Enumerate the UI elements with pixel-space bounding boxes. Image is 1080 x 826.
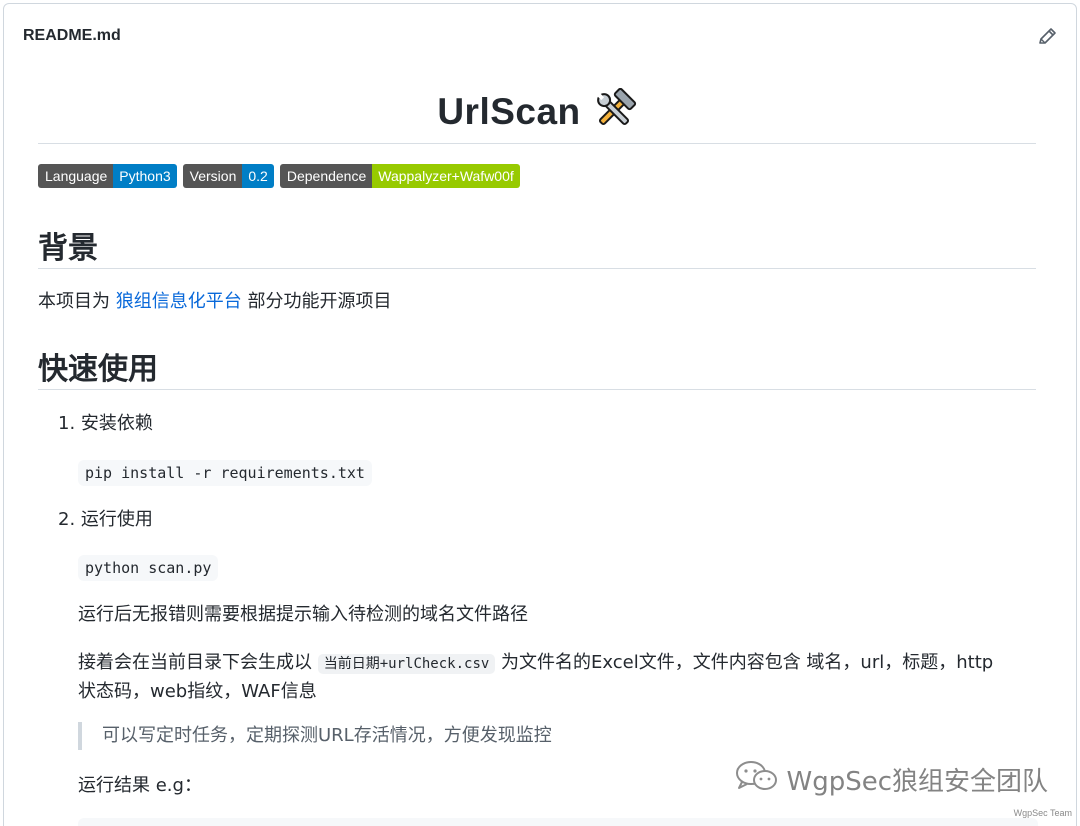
hammer-wrench-icon bbox=[591, 87, 637, 141]
wechat-icon bbox=[734, 758, 780, 801]
tip-blockquote: 可以写定时任务，定期探测URL存活情况，方便发现监控 bbox=[78, 722, 552, 750]
output-filename-code: 当前日期+urlCheck.csv bbox=[317, 654, 496, 674]
watermark-text: WgpSec狼组安全团队 bbox=[786, 767, 1048, 797]
page-title-text: UrlScan bbox=[437, 91, 581, 132]
readme-file-name: README.md bbox=[23, 27, 121, 44]
badge-dependence[interactable]: Dependence Wappalyzer+Wafw00f bbox=[279, 164, 520, 188]
result-label: 运行结果 e.g： bbox=[78, 775, 202, 796]
pencil-icon bbox=[1039, 28, 1056, 44]
background-text-prefix: 本项目为 bbox=[38, 291, 116, 312]
step2-label: 2. 运行使用 bbox=[58, 509, 153, 530]
output-line2: 状态码，web指纹，WAF信息 bbox=[78, 681, 317, 702]
background-paragraph: 本项目为 狼组信息化平台 部分功能开源项目 bbox=[38, 288, 391, 316]
page-title: UrlScan bbox=[38, 87, 1036, 141]
edit-button[interactable] bbox=[1036, 26, 1058, 48]
heading-quick-start: 快速使用 bbox=[38, 342, 1036, 390]
output-prefix: 接着会在当前目录下会生成以 bbox=[78, 652, 318, 673]
readme-header: README.md bbox=[4, 4, 1076, 70]
badge-key: Version bbox=[182, 164, 243, 188]
step1-label: 1. 安装依赖 bbox=[58, 413, 153, 434]
badge-key: Dependence bbox=[279, 164, 373, 188]
result-code-block-edge bbox=[78, 818, 1038, 826]
platform-link[interactable]: 狼组信息化平台 bbox=[116, 291, 242, 312]
watermark-subtext: WgpSec Team bbox=[1013, 808, 1072, 818]
run-note: 运行后无报错则需要根据提示输入待检测的域名文件路径 bbox=[78, 604, 528, 625]
output-suffix: 为文件名的Excel文件，文件内容包含 域名，url，标题，http bbox=[495, 652, 994, 673]
badge-version[interactable]: Version 0.2 bbox=[182, 164, 274, 188]
background-text-suffix: 部分功能开源项目 bbox=[241, 291, 392, 312]
badge-value: Wappalyzer+Wafw00f bbox=[372, 164, 520, 188]
watermark: WgpSec狼组安全团队 bbox=[734, 758, 1048, 801]
badge-language[interactable]: Language Python3 bbox=[38, 164, 177, 188]
badges-row: Language Python3 Version 0.2 Dependence … bbox=[38, 164, 520, 188]
badge-key: Language bbox=[38, 164, 114, 188]
heading-background: 背景 bbox=[38, 221, 1036, 269]
step1-code[interactable]: pip install -r requirements.txt bbox=[78, 460, 372, 486]
badge-value: Python3 bbox=[113, 164, 177, 188]
badge-value: 0.2 bbox=[242, 164, 274, 188]
step2-code[interactable]: python scan.py bbox=[78, 555, 219, 581]
title-row: UrlScan bbox=[38, 66, 1036, 144]
readme-content: UrlScan Language Python3 Version 0.2 Dep… bbox=[38, 66, 1036, 796]
output-paragraph: 接着会在当前目录下会生成以 当前日期+urlCheck.csv 为文件名的Exc… bbox=[78, 649, 1038, 706]
